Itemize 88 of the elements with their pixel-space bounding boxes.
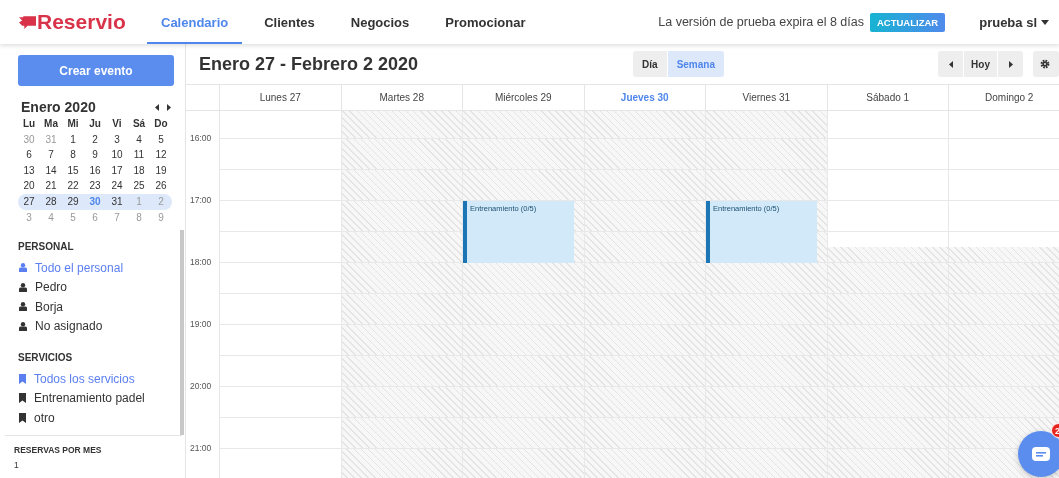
weekday-label: Lu xyxy=(21,118,37,130)
view-toggle[interactable]: Día xyxy=(633,51,667,77)
calendar-day[interactable]: 31 xyxy=(106,196,128,207)
calendar-day[interactable]: 3 xyxy=(106,133,128,145)
nav-tab[interactable]: Clientes xyxy=(250,0,329,44)
person-icon xyxy=(19,302,27,312)
calendar-day[interactable]: 21 xyxy=(40,180,62,192)
flag-logo-icon xyxy=(19,15,36,29)
time-label: 17:00 xyxy=(190,195,212,205)
chat-icon xyxy=(1032,447,1050,461)
next-icon[interactable] xyxy=(167,103,171,111)
time-label: 18:00 xyxy=(190,257,212,267)
calendar-day[interactable]: 6 xyxy=(18,149,40,161)
bookmark-icon xyxy=(19,412,26,423)
settings-icon xyxy=(1040,59,1050,69)
person-icon xyxy=(19,282,27,292)
weekday-label: Do xyxy=(153,118,169,130)
weekday-label: Vi xyxy=(111,118,123,130)
calendar-day[interactable]: 25 xyxy=(128,180,150,192)
calendar-day[interactable]: 23 xyxy=(84,180,106,192)
next-icon xyxy=(1008,60,1013,68)
calendar-day[interactable]: 4 xyxy=(128,133,150,145)
caret-icon xyxy=(1041,19,1049,25)
stats-heading: RESERVAS POR MES xyxy=(14,445,103,455)
nav-tab[interactable]: Negocios xyxy=(336,0,424,44)
notification-badge: 2 xyxy=(1051,423,1059,438)
calendar-day[interactable]: 11 xyxy=(128,149,150,161)
calendar-day[interactable]: 1 xyxy=(62,133,84,145)
weekday-label: Sá xyxy=(131,118,147,130)
calendar-day[interactable]: 14 xyxy=(40,164,62,176)
service-filter-item[interactable]: Todos los servicios xyxy=(18,369,185,389)
stats-value: 1 xyxy=(14,460,20,470)
day-header: Lunes 27 xyxy=(220,85,342,111)
staff-filter-item[interactable]: Borja xyxy=(18,297,185,317)
day-header: Sábado 1 xyxy=(827,85,949,111)
day-header: Domingo 2 xyxy=(949,85,1059,111)
bookmark-icon xyxy=(19,373,26,384)
calendar-day[interactable]: 24 xyxy=(106,180,128,192)
calendar-day[interactable]: 17 xyxy=(106,164,128,176)
nav-tab[interactable]: Calendario xyxy=(147,0,243,44)
staff-filter-item[interactable]: No asignado xyxy=(18,316,185,336)
staff-filter-item[interactable]: Todo el personal xyxy=(18,258,185,278)
person-icon xyxy=(19,263,27,273)
brand-logo[interactable]: Reservio xyxy=(37,10,126,34)
settings-button[interactable] xyxy=(1033,51,1059,77)
person-icon xyxy=(19,321,27,331)
nav-tab[interactable]: Promocionar xyxy=(431,0,540,44)
today-button[interactable]: Hoy xyxy=(964,51,997,77)
service-filter-item[interactable]: Entrenamiento padel xyxy=(18,388,185,408)
user-menu[interactable]: prueba sl xyxy=(979,14,1049,30)
calendar-day[interactable]: 9 xyxy=(84,149,106,161)
calendar-day[interactable]: 27 xyxy=(18,196,40,207)
service-filter-item[interactable]: otro xyxy=(18,408,185,428)
weekday-label: Ju xyxy=(88,118,102,130)
week-title: Enero 27 - Febrero 2 2020 xyxy=(199,53,420,75)
calendar-day[interactable]: 20 xyxy=(18,180,40,192)
calendar-day[interactable]: 5 xyxy=(150,133,172,145)
bookmark-icon xyxy=(19,393,26,404)
calendar-day[interactable]: 29 xyxy=(62,196,84,207)
time-label: 16:00 xyxy=(190,133,212,143)
calendar-day[interactable]: 19 xyxy=(150,164,172,176)
calendar-day[interactable]: 7 xyxy=(40,149,62,161)
time-label: 21:00 xyxy=(190,443,212,453)
time-label: 19:00 xyxy=(190,319,212,329)
trial-notice: La versión de prueba expira el 8 días xyxy=(658,15,864,29)
calendar-day[interactable]: 12 xyxy=(150,149,172,161)
calendar-day[interactable]: 26 xyxy=(150,180,172,192)
calendar-day[interactable]: 2 xyxy=(84,133,106,145)
weekday-label: Ma xyxy=(43,118,59,130)
time-label: 20:00 xyxy=(190,381,212,391)
calendar-day[interactable]: 15 xyxy=(62,164,84,176)
calendar-day[interactable]: 10 xyxy=(106,149,128,161)
calendar-day[interactable]: 16 xyxy=(84,164,106,176)
section-heading: PERSONAL xyxy=(18,241,75,254)
staff-filter-item[interactable]: Pedro xyxy=(18,277,185,297)
calendar-day[interactable]: 13 xyxy=(18,164,40,176)
calendar-day[interactable]: 28 xyxy=(40,196,62,207)
section-heading: SERVICIOS xyxy=(18,352,74,365)
month-title: Enero 2020 xyxy=(21,99,96,115)
next-week-button[interactable] xyxy=(998,51,1023,77)
calendar-day[interactable]: 22 xyxy=(62,180,84,192)
weekday-label: Mi xyxy=(66,118,80,130)
previous-week-button[interactable] xyxy=(938,51,963,77)
previous-icon xyxy=(948,60,953,68)
calendar-day[interactable]: 8 xyxy=(62,149,84,161)
previous-icon[interactable] xyxy=(155,103,159,111)
selected-week-highlight[interactable]: 27 28 29 30 31 1 2 xyxy=(18,193,172,210)
calendar-day[interactable]: 18 xyxy=(128,164,150,176)
